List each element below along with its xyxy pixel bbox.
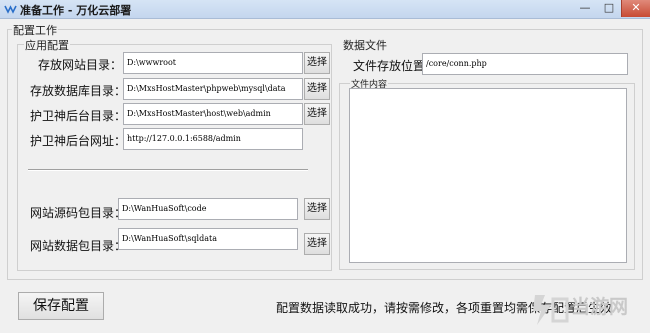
app-logo-icon <box>4 5 17 14</box>
close-button[interactable]: ✕ <box>621 0 650 17</box>
source-package-dir-input[interactable]: D:\WanHuaSoft\code <box>118 198 298 220</box>
section-separator <box>28 169 308 171</box>
data-file-legend: 数据文件 <box>342 37 388 53</box>
admin-url-input[interactable]: http://127.0.0.1:6588/admin <box>123 128 303 150</box>
title-bar[interactable]: 准备工作 - 万化云部署 — □ ✕ <box>0 0 650 19</box>
maximize-button[interactable]: □ <box>597 0 621 17</box>
app-config-legend: 应用配置 <box>24 37 70 53</box>
admin-dir-input[interactable]: D:\MxsHostMaster\host\web\admin <box>123 103 303 125</box>
data-package-dir-input[interactable]: D:\WanHuaSoft\sqldata <box>118 228 298 250</box>
database-dir-label: 存放数据库目录： <box>30 84 127 98</box>
source-package-dir-select-button[interactable]: 选择 <box>304 198 330 220</box>
website-dir-select-button[interactable]: 选择 <box>304 52 330 74</box>
minimize-button[interactable]: — <box>573 0 597 17</box>
file-content-textarea[interactable] <box>349 88 627 263</box>
database-dir-input[interactable]: D:\MxsHostMaster\phpweb\mysql\data <box>123 78 303 100</box>
admin-dir-label: 护卫神后台目录： <box>30 109 127 123</box>
website-dir-input[interactable]: D:\wwwroot <box>123 52 303 74</box>
database-dir-select-button[interactable]: 选择 <box>304 78 330 100</box>
watermark-text: 当游网 <box>571 296 629 318</box>
save-config-button[interactable]: 保存配置 <box>18 292 104 320</box>
source-package-dir-label: 网站源码包目录： <box>30 206 127 220</box>
window-title: 准备工作 - 万化云部署 <box>20 4 132 17</box>
data-package-dir-label: 网站数据包目录： <box>30 239 127 253</box>
file-location-input[interactable]: /core/conn.php <box>422 53 628 75</box>
data-package-dir-select-button[interactable]: 选择 <box>304 233 330 255</box>
website-dir-label: 存放网站目录： <box>38 58 123 72</box>
admin-dir-select-button[interactable]: 选择 <box>304 103 330 125</box>
admin-url-label: 护卫神后台网址： <box>30 134 127 148</box>
config-group-legend: 配置工作 <box>12 22 58 38</box>
